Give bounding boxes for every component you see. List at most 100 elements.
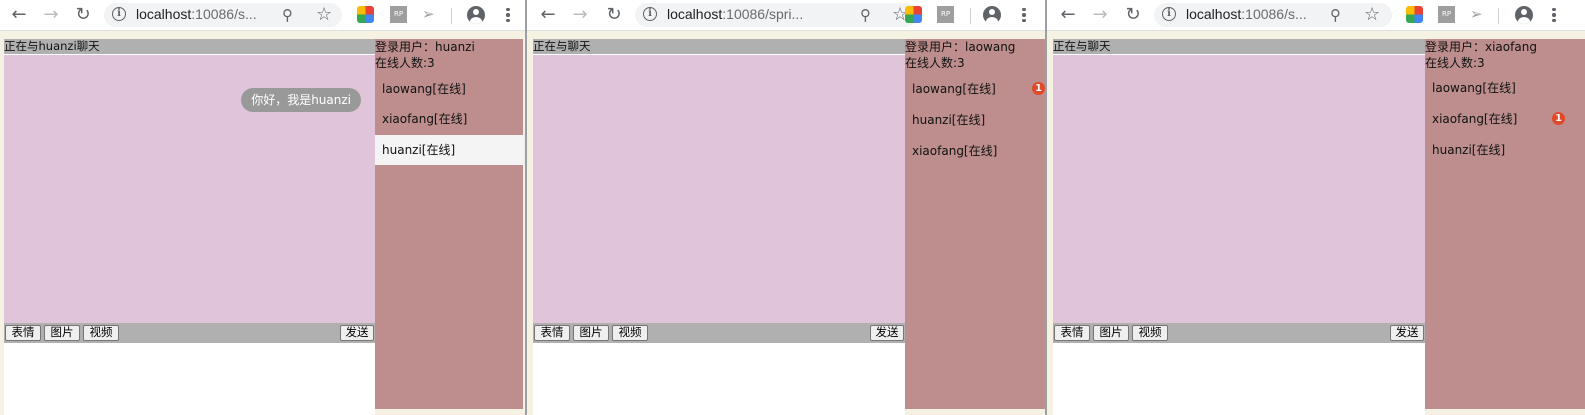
login-user-label: 登录用户：huanzi	[375, 40, 475, 54]
send-button[interactable]: 发送	[340, 325, 374, 341]
reload-icon[interactable]: ↻	[603, 4, 625, 26]
chat-title: 正在与聊天	[1053, 39, 1425, 54]
chat-title: 正在与huanzi聊天	[4, 39, 375, 54]
send-button[interactable]: 发送	[1390, 325, 1424, 341]
image-button[interactable]: 图片	[44, 325, 80, 341]
site-info-icon[interactable]: i	[1162, 7, 1176, 21]
login-user-label: 登录用户：laowang	[905, 40, 1016, 54]
user-item-label: huanzi[在线]	[1432, 143, 1506, 157]
unread-badge: 1	[1032, 82, 1045, 95]
menu-kebab-icon[interactable]	[505, 6, 511, 24]
emoji-button[interactable]: 表情	[534, 325, 570, 341]
extension-cursor-icon[interactable]: ➢	[422, 5, 439, 24]
address-bar[interactable]: i localhost:10086/spri... ⚲ ☆	[635, 3, 917, 27]
message-input[interactable]	[533, 344, 905, 409]
extension-color-icon[interactable]	[905, 6, 922, 23]
forward-arrow-icon[interactable]: →	[1089, 4, 1111, 26]
user-item-label: xiaofang[在线]	[912, 144, 998, 158]
back-arrow-icon[interactable]: ←	[537, 4, 559, 26]
user-item-label: huanzi[在线]	[912, 113, 986, 127]
back-arrow-icon[interactable]: ←	[8, 4, 30, 26]
site-info-icon[interactable]: i	[643, 7, 657, 21]
video-button[interactable]: 视频	[612, 325, 648, 341]
reload-icon[interactable]: ↻	[1122, 4, 1144, 26]
browser-window-2: ← → ↻ i localhost:10086/spri... ⚲ ☆ RP 正…	[527, 0, 1045, 415]
chat-panel: 正在与聊天 表情 图片 视频 发送	[1053, 39, 1425, 415]
user-item-laowang[interactable]: laowang[在线]	[375, 74, 523, 104]
online-count-label: 在线人数:3	[375, 56, 435, 70]
forward-arrow-icon[interactable]: →	[40, 4, 62, 26]
user-item-label: xiaofang[在线]	[382, 112, 468, 126]
chat-app: 正在与huanzi聊天 你好，我是huanzi 表情 图片 视频 发送 登录用户…	[4, 35, 525, 415]
browser-window-3: ← → ↻ i localhost:10086/s... ⚲ ☆ RP ➢ 正在…	[1047, 0, 1585, 415]
profile-avatar-icon[interactable]	[467, 6, 485, 24]
toolbar-divider	[1498, 8, 1499, 24]
browser-toolbar: ← → ↻ i localhost:10086/s... ⚲ ☆ RP ➢	[1047, 0, 1585, 31]
menu-kebab-icon[interactable]	[1021, 6, 1027, 24]
address-bar[interactable]: i localhost:10086/s... ⚲ ☆	[104, 3, 342, 27]
chat-toolbar: 表情 图片 视频 发送	[1053, 323, 1425, 343]
user-item-label: laowang[在线]	[382, 82, 466, 96]
user-item-huanzi[interactable]: huanzi[在线]	[1425, 135, 1585, 165]
extension-color-icon[interactable]	[357, 6, 374, 23]
user-item-xiaofang[interactable]: xiaofang[在线]	[375, 104, 523, 134]
toolbar-divider	[451, 8, 452, 24]
browser-toolbar: ← → ↻ i localhost:10086/spri... ⚲ ☆ RP	[527, 0, 1045, 31]
zoom-icon[interactable]: ⚲	[1330, 6, 1348, 24]
extension-rp-icon[interactable]: RP	[937, 6, 954, 23]
menu-kebab-icon[interactable]	[1551, 6, 1557, 24]
message-input[interactable]	[1053, 344, 1425, 409]
image-button[interactable]: 图片	[573, 325, 609, 341]
profile-avatar-icon[interactable]	[1515, 6, 1533, 24]
video-button[interactable]: 视频	[83, 325, 119, 341]
user-item-label: huanzi[在线]	[382, 143, 456, 157]
user-item-huanzi[interactable]: huanzi[在线]	[375, 135, 523, 165]
message-area: 你好，我是huanzi	[4, 55, 375, 323]
address-bar[interactable]: i localhost:10086/s... ⚲ ☆	[1154, 3, 1392, 27]
site-info-icon[interactable]: i	[112, 7, 126, 21]
user-item-xiaofang[interactable]: xiaofang[在线]	[905, 136, 1045, 166]
video-button[interactable]: 视频	[1132, 325, 1168, 341]
message-area	[533, 55, 905, 323]
chat-app: 正在与聊天 表情 图片 视频 发送 登录用户：laowang 在线人数:3 la…	[533, 35, 1045, 415]
url-text: localhost:10086/s...	[1186, 6, 1307, 22]
extension-rp-icon[interactable]: RP	[1438, 6, 1455, 23]
user-item-label: laowang[在线]	[1432, 81, 1516, 95]
reload-icon[interactable]: ↻	[72, 4, 94, 26]
back-arrow-icon[interactable]: ←	[1057, 4, 1079, 26]
user-item-huanzi[interactable]: huanzi[在线]	[905, 105, 1045, 135]
forward-arrow-icon[interactable]: →	[569, 4, 591, 26]
chat-panel: 正在与huanzi聊天 你好，我是huanzi 表情 图片 视频 发送	[4, 39, 375, 415]
zoom-icon[interactable]: ⚲	[860, 6, 878, 24]
user-item-xiaofang[interactable]: xiaofang[在线] 1	[1425, 104, 1585, 134]
user-item-label: xiaofang[在线]	[1432, 112, 1518, 126]
bookmark-star-icon[interactable]: ☆	[316, 4, 334, 25]
extension-cursor-icon[interactable]: ➢	[1470, 5, 1487, 24]
profile-avatar-icon[interactable]	[983, 6, 1001, 24]
emoji-button[interactable]: 表情	[5, 325, 41, 341]
image-button[interactable]: 图片	[1093, 325, 1129, 341]
zoom-icon[interactable]: ⚲	[282, 6, 300, 24]
login-user-label: 登录用户：xiaofang	[1425, 40, 1537, 54]
message-bubble: 你好，我是huanzi	[241, 88, 361, 112]
message-input[interactable]	[4, 344, 375, 409]
emoji-button[interactable]: 表情	[1054, 325, 1090, 341]
user-sidebar: 登录用户：xiaofang 在线人数:3 laowang[在线] xiaofan…	[1425, 39, 1585, 409]
user-sidebar: 登录用户：huanzi 在线人数:3 laowang[在线] xiaofang[…	[375, 39, 523, 409]
browser-toolbar: ← → ↻ i localhost:10086/s... ⚲ ☆ RP ➢	[0, 0, 525, 31]
chat-app: 正在与聊天 表情 图片 视频 发送 登录用户：xiaofang 在线人数:3 l…	[1053, 35, 1585, 415]
bookmark-star-icon[interactable]: ☆	[1364, 4, 1382, 25]
browser-window-1: ← → ↻ i localhost:10086/s... ⚲ ☆ RP ➢ 正在…	[0, 0, 525, 415]
send-button[interactable]: 发送	[870, 325, 904, 341]
chat-title: 正在与聊天	[533, 39, 905, 54]
extension-rp-icon[interactable]: RP	[390, 6, 407, 23]
extension-color-icon[interactable]	[1406, 6, 1423, 23]
url-text: localhost:10086/spri...	[667, 6, 804, 22]
message-area	[1053, 55, 1425, 323]
user-item-laowang[interactable]: laowang[在线]	[1425, 73, 1585, 103]
user-item-laowang[interactable]: laowang[在线] 1	[905, 74, 1045, 104]
unread-badge: 1	[1552, 112, 1565, 125]
user-item-label: laowang[在线]	[912, 82, 996, 96]
url-text: localhost:10086/s...	[136, 6, 257, 22]
chat-toolbar: 表情 图片 视频 发送	[533, 323, 905, 343]
